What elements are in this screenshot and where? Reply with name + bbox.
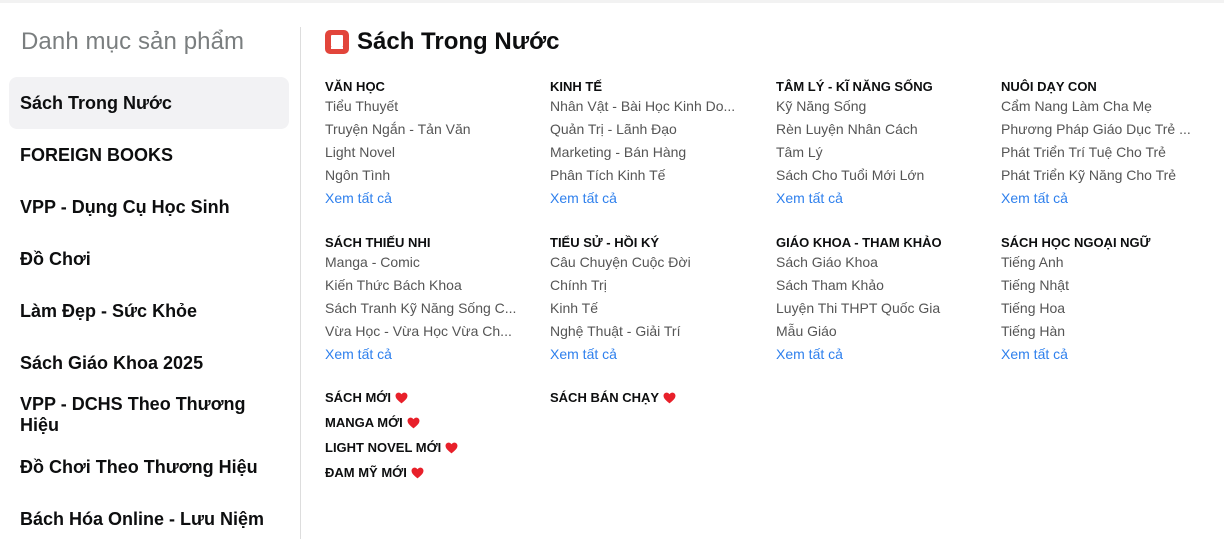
sidebar-item[interactable]: Sách Giáo Khoa 2025 xyxy=(9,337,289,389)
category-link[interactable]: Sách Tranh Kỹ Năng Sống C... xyxy=(325,297,540,320)
category-heading[interactable]: NUÔI DẠY CON xyxy=(1001,79,1216,95)
category-group: SÁCH THIẾU NHI Manga - Comic Kiến Thức Bác… xyxy=(325,235,540,366)
category-link[interactable]: Light Novel xyxy=(325,141,540,164)
category-heading[interactable]: TÂM LÝ - KĨ NĂNG SỐNG xyxy=(776,79,991,95)
category-link[interactable]: Sách Giáo Khoa xyxy=(776,251,991,274)
see-all-link[interactable]: Xem tất cả xyxy=(550,343,765,366)
sidebar-item[interactable]: Làm Đẹp - Sức Khỏe xyxy=(9,285,289,337)
category-heading[interactable]: SÁCH THIẾU NHI xyxy=(325,235,540,251)
book-icon xyxy=(325,30,349,54)
category-link[interactable]: Chính Trị xyxy=(550,274,765,297)
category-group: TÂM LÝ - KĨ NĂNG SỐNG Kỹ Năng Sống Rèn Luy… xyxy=(776,79,991,210)
featured-link[interactable]: SÁCH MỚI xyxy=(325,390,408,405)
sidebar-item[interactable]: Bách Hóa Online - Lưu Niệm xyxy=(9,493,289,539)
category-link[interactable]: Phát Triển Trí Tuệ Cho Trẻ xyxy=(1001,141,1216,164)
heart-icon xyxy=(663,392,676,403)
see-all-link[interactable]: Xem tất cả xyxy=(550,187,765,210)
category-link[interactable]: Luyện Thi THPT Quốc Gia xyxy=(776,297,991,320)
featured-link[interactable]: SÁCH BÁN CHẠY xyxy=(550,390,676,405)
main-title: Sách Trong Nước xyxy=(325,28,559,56)
heart-icon xyxy=(407,417,420,428)
sidebar-item[interactable]: Sách Trong Nước xyxy=(9,77,289,129)
category-link[interactable]: Cẩm Nang Làm Cha Mẹ xyxy=(1001,95,1216,118)
category-link[interactable]: Rèn Luyện Nhân Cách xyxy=(776,118,991,141)
see-all-link[interactable]: Xem tất cả xyxy=(776,187,991,210)
sidebar-item[interactable]: FOREIGN BOOKS xyxy=(9,129,289,181)
sidebar-title: Danh mục sản phẩm xyxy=(21,28,245,55)
category-group: KINH TẾ Nhân Vật - Bài Học Kinh Do... Quản… xyxy=(550,79,765,210)
featured-link[interactable]: MANGA MỚI xyxy=(325,415,420,430)
main-title-text: Sách Trong Nước xyxy=(357,28,560,55)
heart-icon xyxy=(445,442,458,453)
category-link[interactable]: Tiếng Hàn xyxy=(1001,320,1216,343)
category-link[interactable]: Câu Chuyện Cuộc Đời xyxy=(550,251,765,274)
see-all-link[interactable]: Xem tất cả xyxy=(325,343,540,366)
category-link[interactable]: Tiếng Hoa xyxy=(1001,297,1216,320)
category-link[interactable]: Truyện Ngắn - Tản Văn xyxy=(325,118,540,141)
category-group: GIÁO KHOA - THAM KHẢO Sách Giáo Khoa Sách … xyxy=(776,235,991,366)
category-link[interactable]: Nhân Vật - Bài Học Kinh Do... xyxy=(550,95,765,118)
category-link[interactable]: Kiến Thức Bách Khoa xyxy=(325,274,540,297)
category-group: NUÔI DẠY CON Cẩm Nang Làm Cha Mẹ Phương Ph… xyxy=(1001,79,1216,210)
featured-link-label: ĐAM MỸ MỚI xyxy=(325,465,407,480)
category-link[interactable]: Phân Tích Kinh Tế xyxy=(550,164,765,187)
category-group: TIỂU SỬ - HỒI KÝ Câu Chuyện Cuộc Đời Chính… xyxy=(550,235,765,366)
see-all-link[interactable]: Xem tất cả xyxy=(325,187,540,210)
category-link[interactable]: Tiểu Thuyết xyxy=(325,95,540,118)
category-heading[interactable]: VĂN HỌC xyxy=(325,79,540,95)
category-heading[interactable]: SÁCH HỌC NGOẠI NGỮ xyxy=(1001,235,1216,251)
category-sidebar: Danh mục sản phẩm Sách Trong Nước FOREIGN… xyxy=(0,0,300,539)
category-link[interactable]: Tâm Lý xyxy=(776,141,991,164)
category-link[interactable]: Tiếng Anh xyxy=(1001,251,1216,274)
see-all-link[interactable]: Xem tất cả xyxy=(776,343,991,366)
category-link[interactable]: Nghệ Thuật - Giải Trí xyxy=(550,320,765,343)
featured-link-label: SÁCH MỚI xyxy=(325,390,391,405)
sidebar-divider xyxy=(300,27,301,539)
featured-link-label: LIGHT NOVEL MỚI xyxy=(325,440,442,455)
sidebar-item[interactable]: Đồ Chơi Theo Thương Hiệu xyxy=(9,441,289,493)
category-group: VĂN HỌC Tiểu Thuyết Truyện Ngắn - Tản Văn L… xyxy=(325,79,540,210)
featured-link[interactable]: LIGHT NOVEL MỚI xyxy=(325,440,458,455)
category-heading[interactable]: TIỂU SỬ - HỒI KÝ xyxy=(550,235,765,251)
see-all-link[interactable]: Xem tất cả xyxy=(1001,343,1216,366)
category-link[interactable]: Marketing - Bán Hàng xyxy=(550,141,765,164)
category-link[interactable]: Quản Trị - Lãnh Đạo xyxy=(550,118,765,141)
category-link[interactable]: Kinh Tế xyxy=(550,297,765,320)
featured-link[interactable]: ĐAM MỸ MỚI xyxy=(325,465,424,480)
category-link[interactable]: Phương Pháp Giáo Dục Trẻ ... xyxy=(1001,118,1216,141)
category-link[interactable]: Kỹ Năng Sống xyxy=(776,95,991,118)
category-link[interactable]: Manga - Comic xyxy=(325,251,540,274)
category-group: SÁCH HỌC NGOẠI NGỮ Tiếng Anh Tiếng Nhật Tiế… xyxy=(1001,235,1216,366)
category-heading[interactable]: GIÁO KHOA - THAM KHẢO xyxy=(776,235,991,251)
category-link[interactable]: Phát Triển Kỹ Năng Cho Trẻ xyxy=(1001,164,1216,187)
category-link[interactable]: Ngôn Tình xyxy=(325,164,540,187)
sidebar-item[interactable]: VPP - DCHS Theo Thương Hiệu xyxy=(9,389,289,441)
see-all-link[interactable]: Xem tất cả xyxy=(1001,187,1216,210)
category-link[interactable]: Vừa Học - Vừa Học Vừa Ch... xyxy=(325,320,540,343)
heart-icon xyxy=(395,392,408,403)
heart-icon xyxy=(411,467,424,478)
category-link[interactable]: Sách Cho Tuổi Mới Lớn xyxy=(776,164,991,187)
category-link[interactable]: Sách Tham Khảo xyxy=(776,274,991,297)
category-heading[interactable]: KINH TẾ xyxy=(550,79,765,95)
category-link[interactable]: Tiếng Nhật xyxy=(1001,274,1216,297)
featured-link-label: SÁCH BÁN CHẠY xyxy=(550,390,660,405)
sidebar-item[interactable]: VPP - Dụng Cụ Học Sinh xyxy=(9,181,289,233)
featured-link-label: MANGA MỚI xyxy=(325,415,403,430)
category-link[interactable]: Mẫu Giáo xyxy=(776,320,991,343)
sidebar-item[interactable]: Đồ Chơi xyxy=(9,233,289,285)
